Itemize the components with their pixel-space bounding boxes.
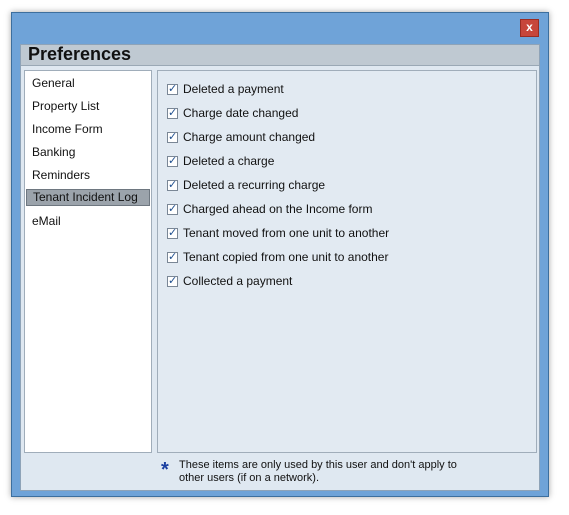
close-button[interactable]: x <box>520 19 539 37</box>
incident-log-panel: ✓ Deleted a payment ✓ Charge date change… <box>157 70 537 453</box>
checkbox[interactable]: ✓ <box>167 203 178 215</box>
checkbox[interactable]: ✓ <box>167 83 178 95</box>
check-icon: ✓ <box>168 155 178 167</box>
check-icon: ✓ <box>168 83 178 95</box>
option-label: Charged ahead on the Income form <box>183 202 373 216</box>
check-icon: ✓ <box>168 179 178 191</box>
nav-item-email[interactable]: eMail <box>26 213 150 230</box>
nav-item-banking[interactable]: Banking <box>26 144 150 161</box>
checkbox[interactable]: ✓ <box>167 107 178 119</box>
header-bar: Preferences <box>21 44 539 66</box>
preferences-window: x Preferences General Property List Inco… <box>0 0 569 515</box>
check-icon: ✓ <box>168 107 178 119</box>
dialog-client-area: Preferences General Property List Income… <box>20 44 540 491</box>
option-label: Tenant copied from one unit to another <box>183 250 389 264</box>
nav-item-reminders[interactable]: Reminders <box>26 167 150 184</box>
option-label: Deleted a payment <box>183 82 284 96</box>
nav-item-property-list[interactable]: Property List <box>26 98 150 115</box>
checkbox[interactable]: ✓ <box>167 227 178 239</box>
check-icon: ✓ <box>168 251 178 263</box>
checkbox[interactable]: ✓ <box>167 131 178 143</box>
check-icon: ✓ <box>168 227 178 239</box>
option-label: Deleted a recurring charge <box>183 178 326 192</box>
option-label: Tenant moved from one unit to another <box>183 226 390 240</box>
page-title: Preferences <box>28 44 132 64</box>
checkbox[interactable]: ✓ <box>167 251 178 263</box>
footnote-text: These items are only used by this user a… <box>179 459 457 484</box>
nav-item-tenant-incident-log[interactable]: Tenant Incident Log <box>26 189 150 206</box>
asterisk-icon: * <box>161 459 169 481</box>
option-label: Collected a payment <box>183 274 293 288</box>
check-icon: ✓ <box>168 275 178 287</box>
check-icon: ✓ <box>168 131 178 143</box>
nav-item-general[interactable]: General <box>26 75 150 92</box>
footnote: * These items are only used by this user… <box>161 459 481 489</box>
window-frame: x Preferences General Property List Inco… <box>11 12 549 497</box>
option-label: Deleted a charge <box>183 154 275 168</box>
nav-item-income-form[interactable]: Income Form <box>26 121 150 138</box>
checkbox[interactable]: ✓ <box>167 275 178 287</box>
close-icon: x <box>526 20 533 34</box>
checkbox[interactable]: ✓ <box>167 179 178 191</box>
check-icon: ✓ <box>168 203 178 215</box>
preferences-nav-list: General Property List Income Form Bankin… <box>24 70 152 453</box>
option-label: Charge amount changed <box>183 130 316 144</box>
checkbox[interactable]: ✓ <box>167 155 178 167</box>
option-label: Charge date changed <box>183 106 299 120</box>
